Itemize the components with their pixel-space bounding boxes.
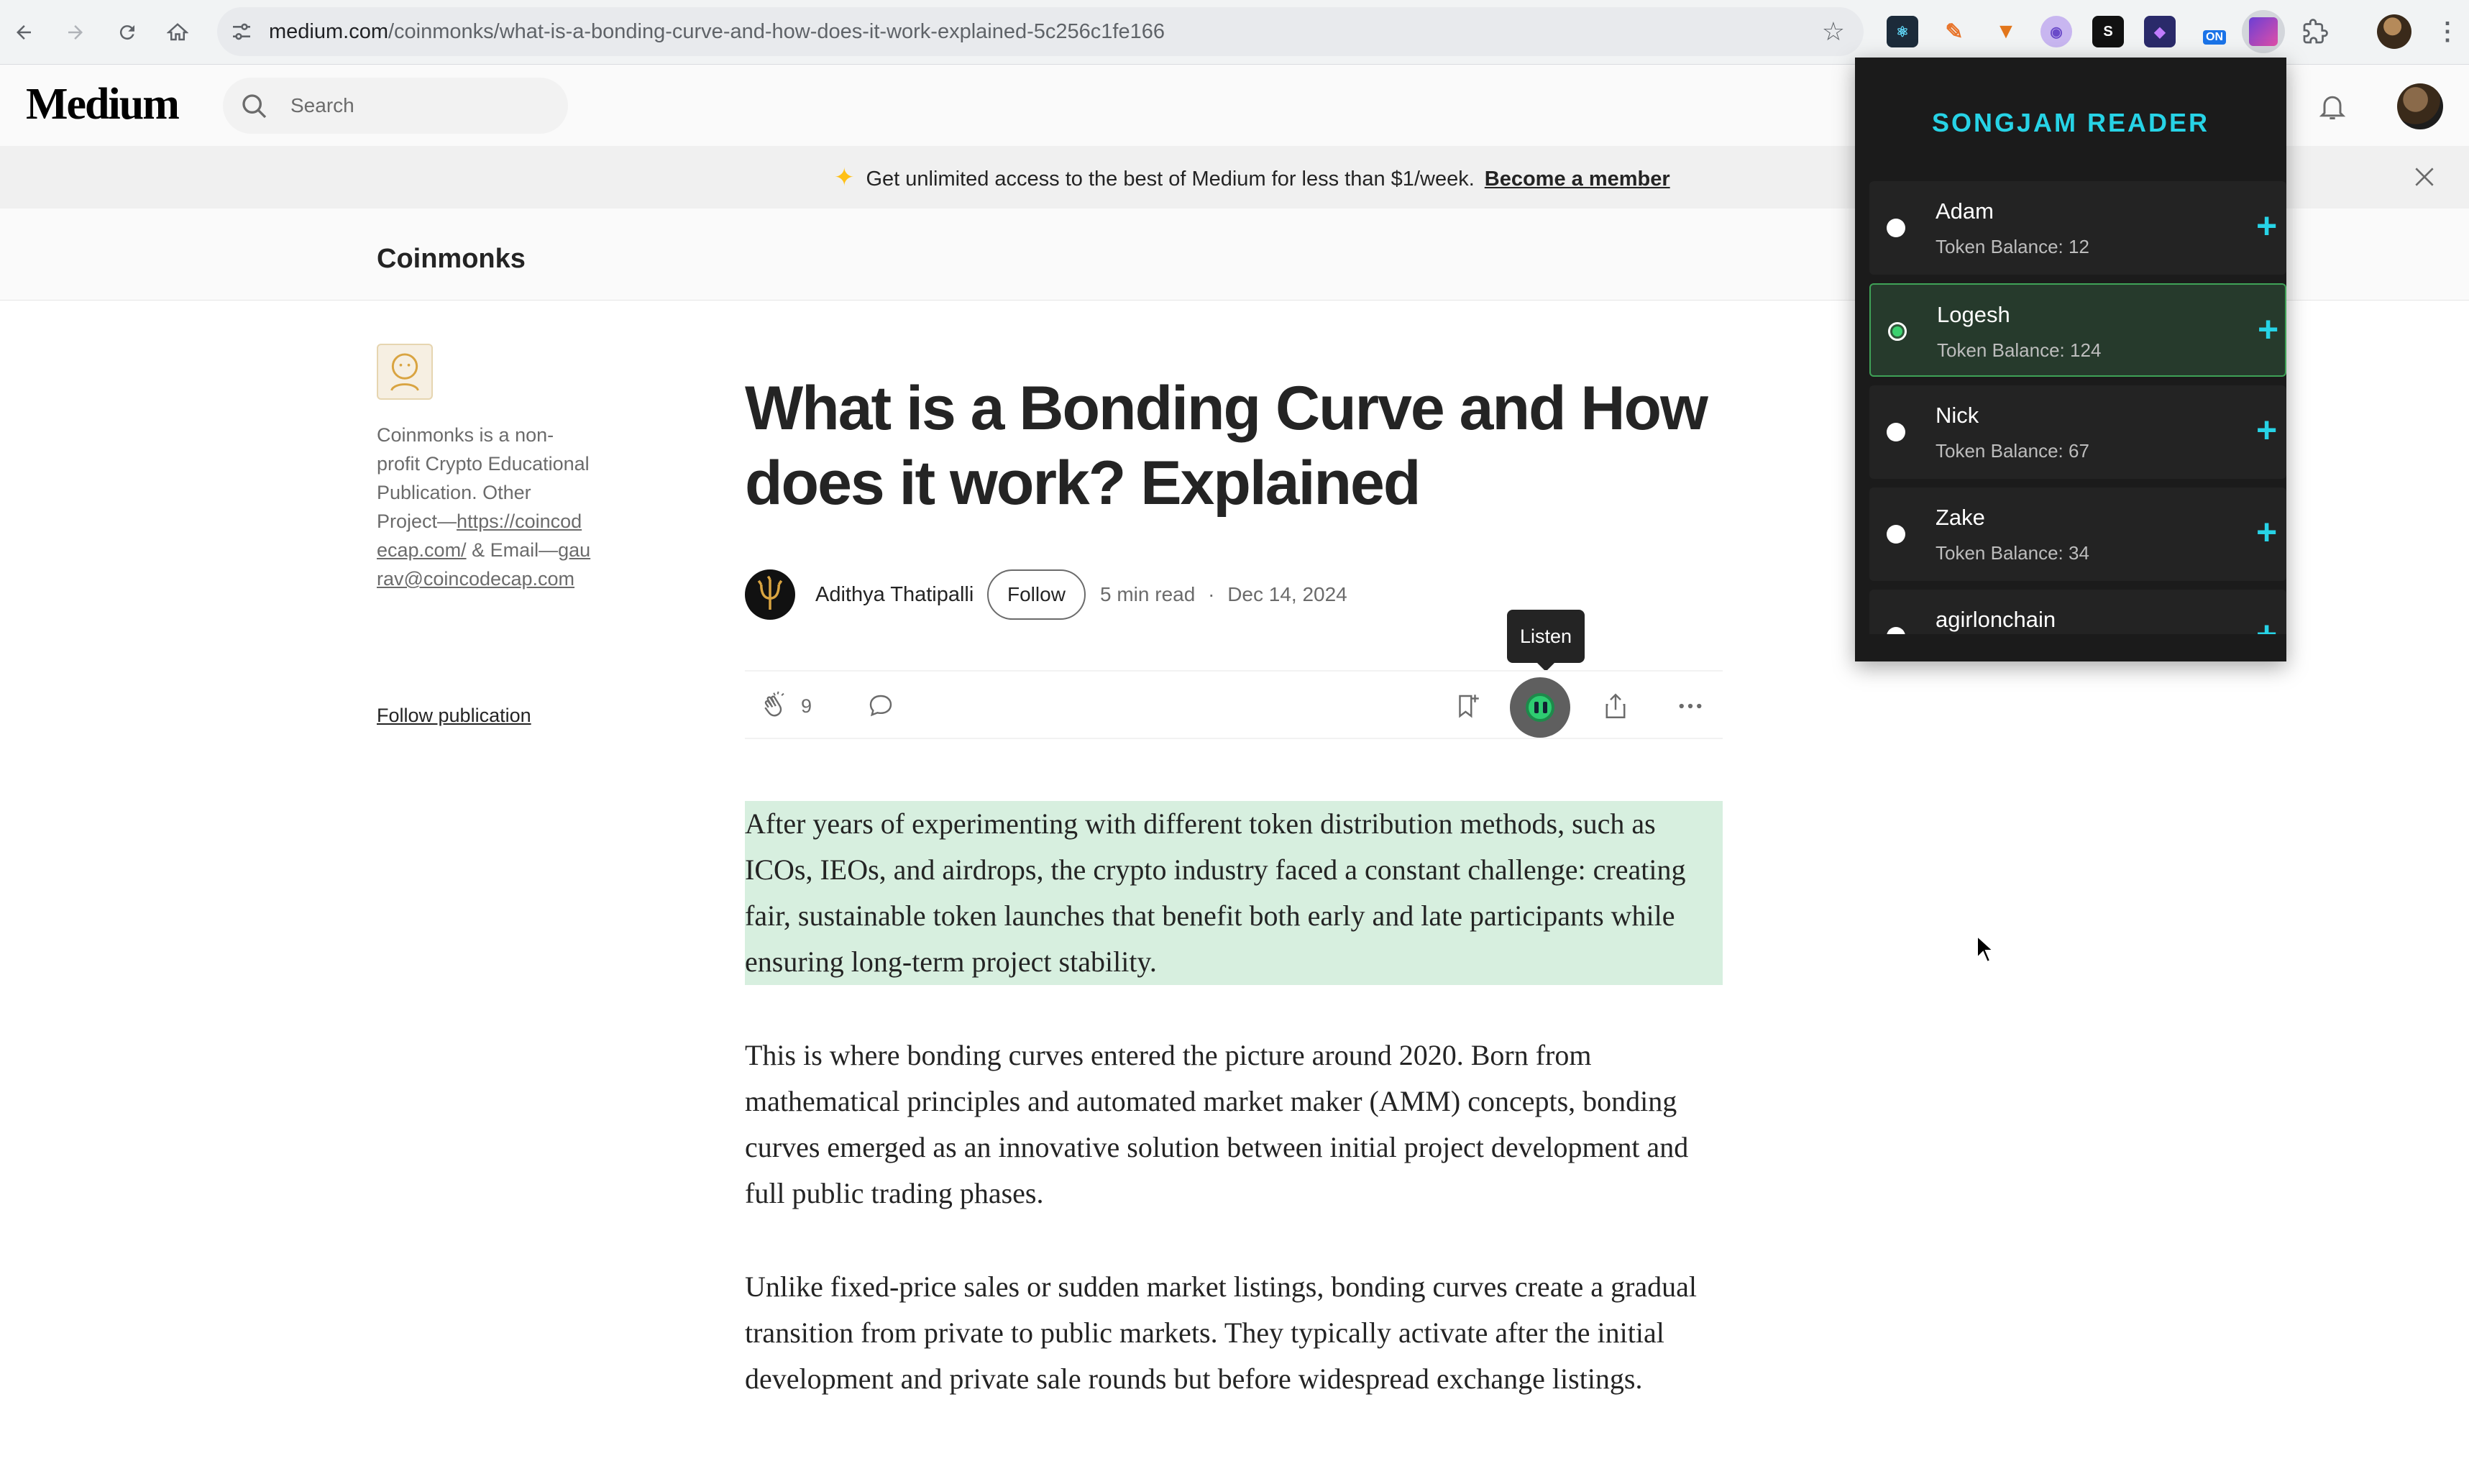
clap-count: 9 [801,695,812,717]
token-balance-label: Token Balance: [1936,542,2063,564]
token-balance: Token Balance: 34 [1936,542,2089,564]
voice-item-adam[interactable]: Adam Token Balance: 12 + [1869,181,2286,275]
voice-name: Nick [1936,403,1979,428]
save-bookmark-button[interactable] [1452,689,1483,723]
add-icon[interactable]: + [2258,309,2278,349]
banner-text: Get unlimited access to the best of Medi… [866,168,1475,191]
listen-tooltip: Listen [1507,610,1585,672]
notifications-bell-icon[interactable] [2317,91,2348,122]
ai-extension-icon[interactable]: ◆ [2144,16,2176,47]
become-member-link[interactable]: Become a member [1485,168,1670,191]
voice-item-nick[interactable]: Nick Token Balance: 67 + [1869,385,2286,479]
token-balance: Token Balance: 12 [1936,236,2089,258]
token-balance-value: 34 [2069,542,2089,564]
address-bar[interactable]: medium.com/coinmonks/what-is-a-bonding-c… [217,7,1864,56]
extensions-puzzle-icon[interactable] [2299,16,2331,47]
voice-name: Adam [1936,198,1994,224]
s-extension-icon[interactable]: S [2092,16,2124,47]
sparkle-icon: ✦ [834,164,855,191]
response-button[interactable] [866,689,896,723]
voice-name: Logesh [1937,302,2010,327]
article-action-bar: 9 [745,670,1723,739]
token-balance-value: 12 [2069,236,2089,257]
site-settings-icon[interactable] [230,20,253,43]
songjam-reader-popup: SONGJAM READER Adam Token Balance: 12 + … [1855,58,2286,661]
color-picker-icon[interactable]: ✎ [1938,16,1970,47]
clap-icon [764,691,784,717]
back-icon[interactable] [7,16,40,49]
profile-avatar[interactable] [2377,14,2411,49]
voice-list[interactable]: Adam Token Balance: 12 + Logesh Token Ba… [1869,181,2286,634]
on-toggle-extension-icon[interactable]: ON [2199,16,2230,47]
follow-publication-link[interactable]: Follow publication [377,705,531,727]
publication-name[interactable]: Coinmonks [377,209,526,309]
voice-item-agirlonchain[interactable]: agirlonchain + [1869,590,2286,634]
token-balance: Token Balance: 124 [1937,339,2101,362]
read-time: 5 min read [1100,583,1196,605]
publish-date: Dec 14, 2024 [1227,583,1347,605]
voice-item-logesh[interactable]: Logesh Token Balance: 124 + [1869,283,2286,377]
songjam-play-icon [1526,693,1554,722]
search-icon [242,94,267,119]
forward-icon[interactable] [59,16,92,49]
token-balance-label: Token Balance: [1936,236,2063,257]
voice-radio-selected[interactable] [1888,322,1907,341]
more-horizontal-icon [1679,703,1702,709]
share-button[interactable] [1600,689,1631,723]
follow-author-button[interactable]: Follow [987,569,1086,620]
search-input[interactable]: Search [290,78,354,134]
wallet-icon[interactable]: ◉ [2040,16,2072,47]
add-icon[interactable]: + [2256,614,2277,634]
article-paragraph-highlighted: After years of experimenting with differ… [745,801,1723,985]
close-icon[interactable] [2410,162,2439,191]
token-balance-label: Token Balance: [1937,339,2065,361]
songjam-logo-icon [2249,17,2278,46]
more-options-button[interactable] [1675,689,1705,723]
email-label: & Email— [472,539,559,561]
listen-button[interactable] [1510,677,1570,738]
article-meta: 5 min read · Dec 14, 2024 [1100,569,1347,620]
voice-radio[interactable] [1887,423,1905,441]
voice-radio[interactable] [1887,525,1905,544]
add-icon[interactable]: + [2256,410,2277,450]
bookmark-add-icon [1459,695,1479,718]
search-field[interactable]: Search [223,78,568,134]
metamask-icon[interactable]: ▼ [1990,16,2022,47]
voice-name: agirlonchain [1936,607,2056,632]
home-icon[interactable] [161,16,194,49]
voice-radio[interactable] [1887,627,1905,634]
url-text[interactable]: medium.com/coinmonks/what-is-a-bonding-c… [269,7,1165,56]
token-balance-label: Token Balance: [1936,440,2063,462]
browser-menu-icon[interactable]: ⋮ [2432,16,2463,47]
voice-item-zake[interactable]: Zake Token Balance: 34 + [1869,487,2286,581]
user-avatar[interactable] [2397,83,2443,129]
browser-toolbar: medium.com/coinmonks/what-is-a-bonding-c… [0,0,2469,65]
voice-name: Zake [1936,505,1985,530]
token-balance-value: 67 [2069,440,2089,462]
mouse-cursor-icon [1976,935,1994,963]
comment-icon [869,695,892,717]
songjam-extension-icon[interactable] [2242,10,2285,53]
share-icon [1605,693,1626,718]
publication-description: Coinmonks is a non-profit Crypto Educati… [377,421,592,593]
extension-badge: ON [2203,30,2226,45]
clap-button[interactable]: 9 [759,689,812,723]
add-icon[interactable]: + [2256,206,2277,246]
article-paragraph: This is where bonding curves entered the… [745,1039,1689,1209]
voice-radio[interactable] [1887,219,1905,237]
react-devtools-icon[interactable]: ⚛ [1887,16,1918,47]
add-icon[interactable]: + [2256,512,2277,552]
reload-icon[interactable] [111,16,144,49]
medium-logo[interactable]: Medium [26,79,180,130]
token-balance: Token Balance: 67 [1936,440,2089,462]
meta-separator: · [1208,583,1215,605]
article-paragraph: Unlike fixed-price sales or sudden marke… [745,1270,1698,1395]
author-avatar[interactable] [745,569,795,620]
article-title: What is a Bonding Curve and How does it … [745,374,1708,518]
bookmark-star-icon[interactable]: ☆ [1822,17,1845,46]
publication-logo[interactable] [377,344,433,400]
popup-title: SONGJAM READER [1931,108,2210,137]
token-balance-value: 124 [2070,339,2102,361]
author-name[interactable]: Adithya Thatipalli [815,569,974,620]
